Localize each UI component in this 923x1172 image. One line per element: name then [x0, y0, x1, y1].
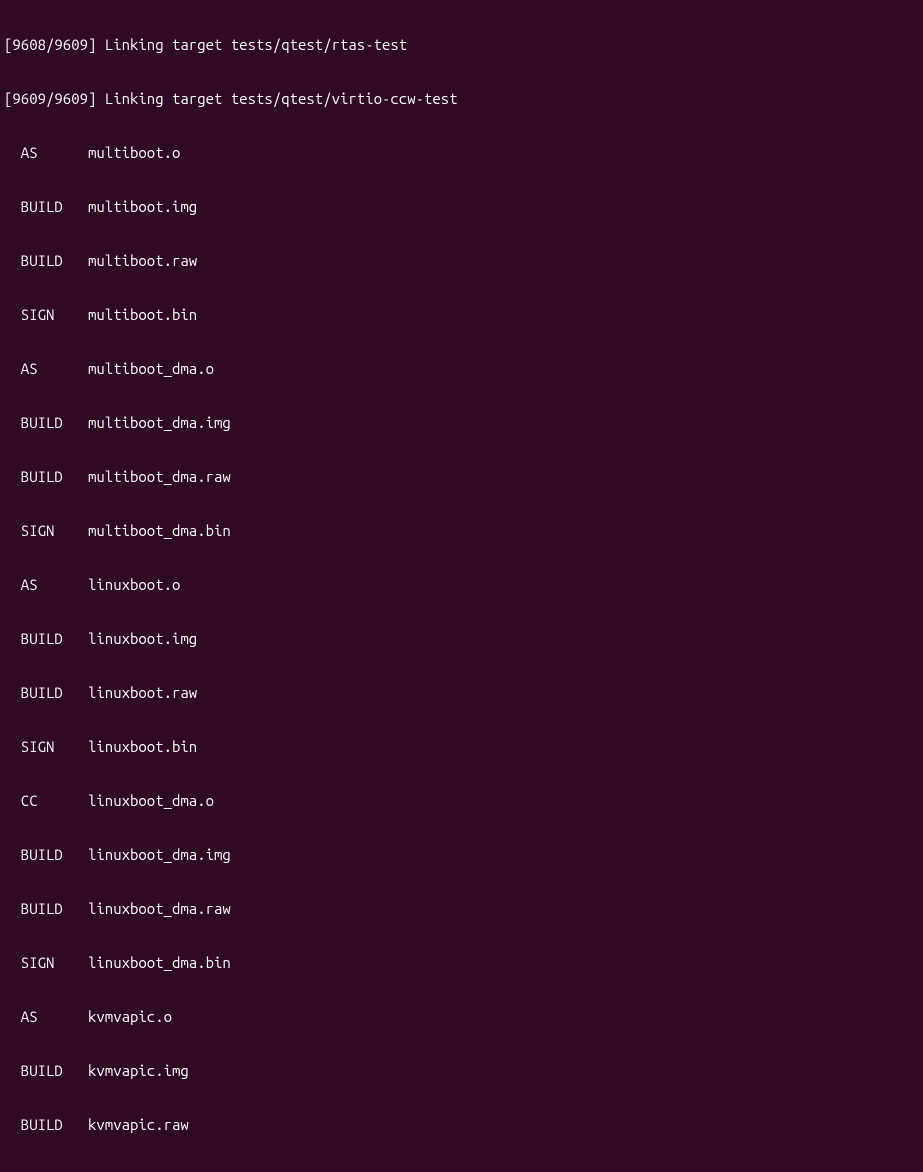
terminal-line: SIGN multiboot_dma.bin: [0, 522, 923, 540]
terminal-line: BUILD linuxboot_dma.raw: [0, 900, 923, 918]
terminal-line: SIGN kvmvapic.bin: [0, 1170, 923, 1172]
terminal-line: BUILD multiboot_dma.img: [0, 414, 923, 432]
terminal-line: SIGN linuxboot.bin: [0, 738, 923, 756]
terminal-line: SIGN multiboot.bin: [0, 306, 923, 324]
terminal-line: AS multiboot_dma.o: [0, 360, 923, 378]
terminal-output: [9608/9609] Linking target tests/qtest/r…: [0, 0, 923, 1172]
terminal-line: AS kvmvapic.o: [0, 1008, 923, 1026]
terminal-line: BUILD multiboot.raw: [0, 252, 923, 270]
terminal-line: BUILD multiboot.img: [0, 198, 923, 216]
terminal-line: BUILD multiboot_dma.raw: [0, 468, 923, 486]
terminal-line: BUILD linuxboot.img: [0, 630, 923, 648]
terminal-line: BUILD linuxboot.raw: [0, 684, 923, 702]
terminal-line: BUILD kvmvapic.img: [0, 1062, 923, 1080]
terminal-line: CC linuxboot_dma.o: [0, 792, 923, 810]
terminal-line: [9609/9609] Linking target tests/qtest/v…: [0, 90, 923, 108]
terminal-line: AS linuxboot.o: [0, 576, 923, 594]
terminal-line: [9608/9609] Linking target tests/qtest/r…: [0, 36, 923, 54]
terminal-line: SIGN linuxboot_dma.bin: [0, 954, 923, 972]
terminal-line: BUILD linuxboot_dma.img: [0, 846, 923, 864]
terminal-line: AS multiboot.o: [0, 144, 923, 162]
terminal-line: BUILD kvmvapic.raw: [0, 1116, 923, 1134]
